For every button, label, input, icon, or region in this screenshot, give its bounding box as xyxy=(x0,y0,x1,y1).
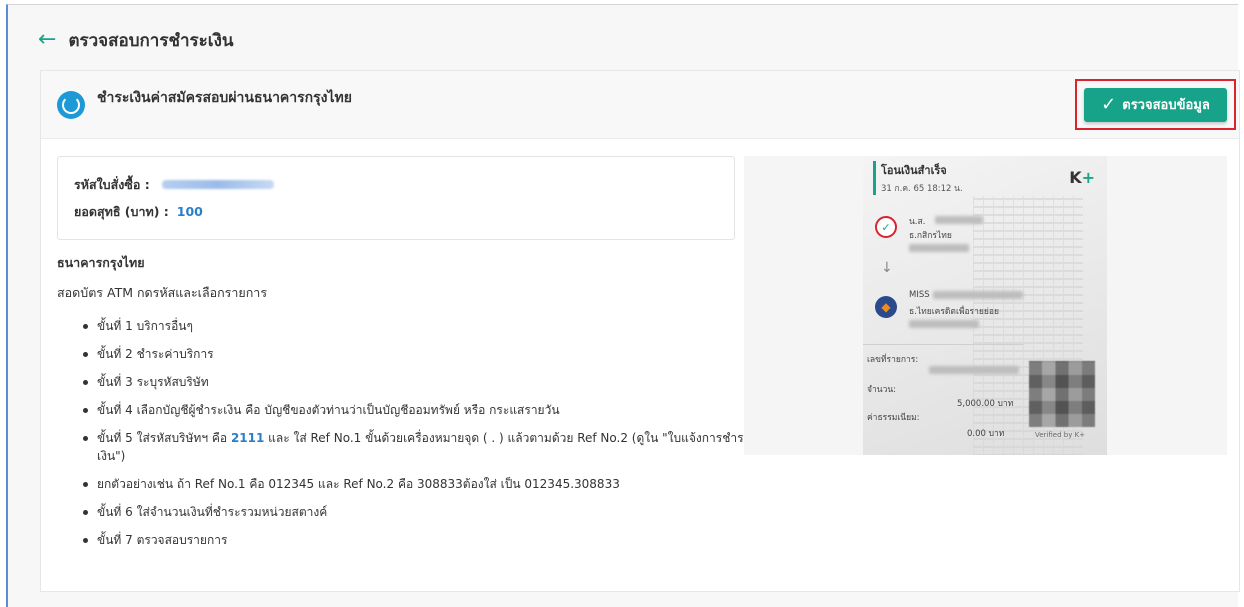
page-title: ตรวจสอบการชำระเงิน xyxy=(68,30,234,51)
amount-value: 5,000.00 บาท xyxy=(957,399,1014,409)
company-code: 2111 xyxy=(230,431,265,445)
krungthai-logo-icon xyxy=(57,91,85,119)
receiver-name-redacted xyxy=(933,291,1023,299)
order-summary: รหัสใบสั่งซื้อ : ยอดสุทธิ (บาท) : 100 xyxy=(57,156,735,240)
receiver-bank: ธ.ไทยเครดิตเพื่อรายย่อย xyxy=(909,307,999,317)
list-item: ขั้นที่ 3 ระบุรหัสบริษัท xyxy=(83,373,757,391)
sender-name-redacted xyxy=(935,216,983,224)
amount-label: จำนวน: xyxy=(867,385,897,395)
ref-label: เลขที่รายการ: xyxy=(867,355,919,365)
kplus-k: K xyxy=(1069,168,1082,187)
fee-label: ค่าธรรมเนียม: xyxy=(867,413,920,423)
step5-text-a: ขั้นที่ 5 ใส่รหัสบริษัทฯ คือ xyxy=(97,431,231,445)
list-item: ขั้นที่ 1 บริการอื่นๆ xyxy=(83,317,757,335)
payment-instructions: ธนาคารกรุงไทย สอดบัตร ATM กดรหัสและเลือก… xyxy=(57,253,757,559)
transfer-slip-image: โอนเงินสำเร็จ 31 ก.ค. 65 18:12 น. K+ ✓ น… xyxy=(863,156,1107,455)
order-id-value-redacted xyxy=(161,180,274,189)
page-frame: ← ตรวจสอบการชำระเงิน ชำระเงินค่าสมัครสอบ… xyxy=(6,4,1240,607)
list-item: ขั้นที่ 5 ใส่รหัสบริษัทฯ คือ 2111 และ ใส… xyxy=(83,429,757,465)
qr-code-redacted xyxy=(1029,361,1095,427)
list-item: ขั้นที่ 7 ตรวจสอบรายการ xyxy=(83,531,757,549)
receiver-bank-logo-icon: ◆ xyxy=(875,296,897,318)
page-header: ← ตรวจสอบการชำระเงิน xyxy=(38,25,234,55)
verify-button[interactable]: ✓ ตรวจสอบข้อมูล xyxy=(1084,87,1227,122)
slip-divider xyxy=(863,344,1023,345)
steps-list: ขั้นที่ 1 บริการอื่นๆ ขั้นที่ 2 ชำระค่าบ… xyxy=(57,317,757,549)
slip-status: โอนเงินสำเร็จ 31 ก.ค. 65 18:12 น. xyxy=(873,161,963,195)
kplus-plus: + xyxy=(1081,168,1095,187)
card-header-title: ชำระเงินค่าสมัครสอบผ่านธนาคารกรุงไทย xyxy=(97,90,352,106)
order-id-label: รหัสใบสั่งซื้อ : xyxy=(74,176,150,192)
instructions-intro: สอดบัตร ATM กดรหัสและเลือกรายการ xyxy=(57,285,268,300)
sender-account-redacted xyxy=(909,244,969,252)
sender-bank: ธ.กสิกรไทย xyxy=(909,231,952,241)
verify-highlight-box: ✓ ตรวจสอบข้อมูล xyxy=(1075,79,1236,130)
payment-card: ชำระเงินค่าสมัครสอบผ่านธนาคารกรุงไทย ✓ ต… xyxy=(40,70,1240,592)
instructions-bank-name: ธนาคารกรุงไทย xyxy=(57,255,145,270)
list-item: ขั้นที่ 4 เลือกบัญชีผู้ชำระเงิน คือ บัญช… xyxy=(83,401,757,419)
ref-value-redacted xyxy=(929,366,1019,374)
receiver-account-redacted xyxy=(909,320,979,328)
check-icon: ✓ xyxy=(1101,93,1117,115)
list-item: ขั้นที่ 6 ใส่จำนวนเงินที่ชำระรวมหน่วยสตา… xyxy=(83,503,757,521)
net-amount-row: ยอดสุทธิ (บาท) : 100 xyxy=(74,198,718,225)
order-id-row: รหัสใบสั่งซื้อ : xyxy=(74,171,718,198)
verify-button-label: ตรวจสอบข้อมูล xyxy=(1122,98,1210,113)
kbank-logo-icon: ✓ xyxy=(875,216,897,238)
receiver-prefix: MISS xyxy=(909,290,930,300)
list-item: ขั้นที่ 2 ชำระค่าบริการ xyxy=(83,345,757,363)
fee-value: 0.00 บาท xyxy=(967,429,1005,439)
kplus-logo: K+ xyxy=(1069,168,1095,187)
slip-datetime: 31 ก.ค. 65 18:12 น. xyxy=(881,184,963,194)
net-amount-value: 100 xyxy=(176,204,203,219)
arrow-down-icon: ↓ xyxy=(881,260,893,276)
back-arrow-icon[interactable]: ← xyxy=(38,29,56,51)
card-header: ชำระเงินค่าสมัครสอบผ่านธนาคารกรุงไทย ✓ ต… xyxy=(41,71,1239,139)
verified-label: Verified by K+ xyxy=(1035,431,1086,439)
slip-preview-area: โอนเงินสำเร็จ 31 ก.ค. 65 18:12 น. K+ ✓ น… xyxy=(744,156,1227,455)
net-amount-label: ยอดสุทธิ (บาท) : xyxy=(74,203,169,219)
sender-prefix: น.ส. xyxy=(909,217,926,227)
list-item: ยกตัวอย่างเช่น ถ้า Ref No.1 คือ 012345 แ… xyxy=(83,475,757,493)
slip-status-title: โอนเงินสำเร็จ xyxy=(881,164,947,177)
